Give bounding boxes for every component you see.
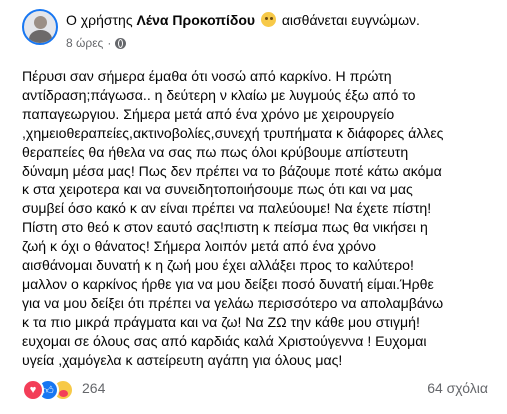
post-text-line: δύναμη μέσα μας! Πως δεν πρέπει να το βά… bbox=[22, 162, 442, 179]
post-text-line: για να μου δείξει ότι πρέπει να γελάω πε… bbox=[22, 294, 444, 311]
reaction-count[interactable]: 264 bbox=[82, 380, 105, 396]
post-text-line: αισθάνομαι δυνατή κ η ζωή μου έχει αλλάξ… bbox=[22, 257, 414, 274]
love-reaction-icon: ♥ bbox=[22, 379, 44, 401]
post-text-line: υγεία ,χαμόγελα κ αστείρευτη αγάπη για ό… bbox=[22, 351, 343, 368]
post-footer: ♥ 👍︎ 264 64 σχόλια bbox=[22, 378, 488, 401]
post-text-line: κ στα χειροτερα και να συνειδητοποιήσουμ… bbox=[22, 181, 413, 198]
meta-separator: · bbox=[107, 36, 112, 50]
post-text-line: θεραπείες θα ήθελα να σας πω πως όλοι κρ… bbox=[22, 143, 409, 160]
post-text-line: μαλλον ο καρκίνος ήρθε για να μου δείξει… bbox=[22, 275, 434, 292]
post-body-text: Πέρυσι σαν σήμερα έμαθα ότι νοσώ από καρ… bbox=[22, 67, 492, 370]
post-text-line: κ τα πιο μικρά πράγματα και να ζω! Να ΖΩ… bbox=[22, 313, 420, 330]
avatar[interactable] bbox=[22, 9, 58, 45]
post-text-line: ζωή κ όχι ο θάνατος! Σήμερα λοιπόν μετά … bbox=[22, 238, 377, 255]
post-text-line: παπαγεωργιου. Σήμερα μετά από ένα χρόνο … bbox=[22, 105, 395, 122]
post-text-line: αντίδραση;πάγωσα.. η δεύτερη ν κλαίω με … bbox=[22, 86, 416, 103]
smiling-face-icon bbox=[260, 12, 276, 27]
post-timestamp-link[interactable]: 8 ώρες bbox=[66, 36, 103, 50]
post-text-line: Πίστη στο θεό κ στον εαυτό σας!πιστη κ π… bbox=[22, 219, 428, 236]
post-text-line: ευχομαι σε όλους σας από καρδιάς καλά Χρ… bbox=[22, 332, 427, 349]
header-prefix: Ο χρήστης bbox=[66, 12, 133, 28]
avatar-body-shape bbox=[29, 30, 52, 43]
post-text-line: Πέρυσι σαν σήμερα έμαθα ότι νοσώ από καρ… bbox=[22, 68, 392, 84]
post-header: Ο χρήστης Λένα Προκοπίδου αισθάνεται ευγ… bbox=[66, 12, 420, 28]
post-meta: 8 ώρες · bbox=[66, 36, 127, 50]
post-text-line: ,χημειοθεραπείες,ακτινοβολίες,συνεχή τρυ… bbox=[22, 124, 444, 141]
feeling-text: αισθάνεται ευγνώμων. bbox=[281, 12, 420, 28]
author-name-link[interactable]: Λένα Προκοπίδου bbox=[136, 12, 255, 28]
avatar-head-shape bbox=[34, 16, 47, 29]
globe-icon[interactable] bbox=[115, 37, 127, 49]
post-text-line: συμβεί όσο κακό κ αν είναι πρέπει να παλ… bbox=[22, 200, 432, 217]
facebook-post: Ο χρήστης Λένα Προκοπίδου αισθάνεται ευγ… bbox=[0, 0, 507, 414]
comments-count-link[interactable]: 64 σχόλια bbox=[427, 380, 488, 396]
